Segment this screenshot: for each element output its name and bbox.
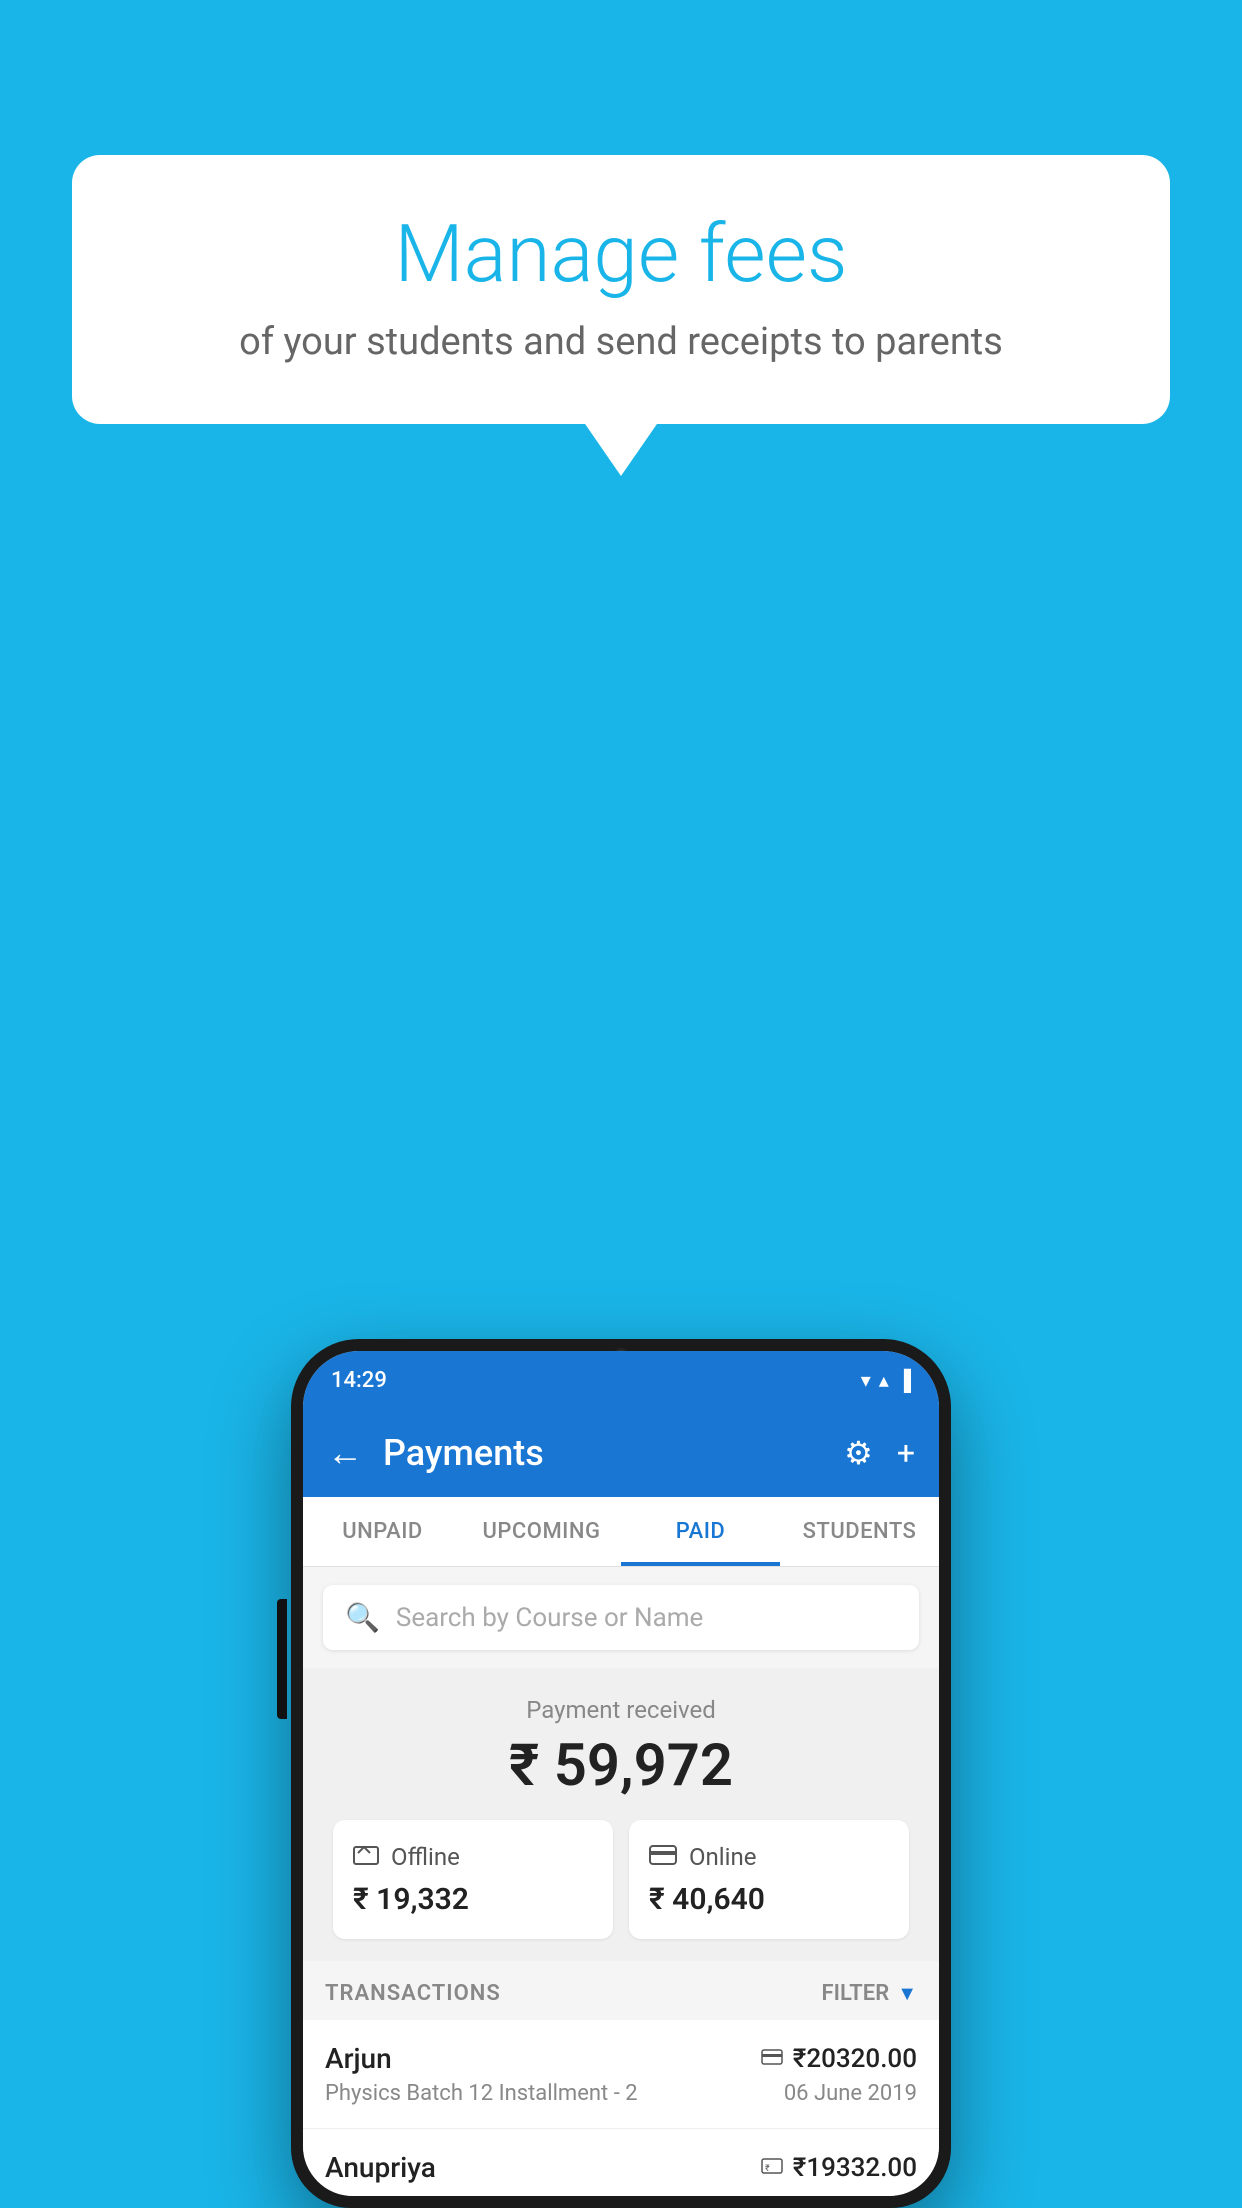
payment-received-label: Payment received xyxy=(323,1696,919,1724)
back-button[interactable]: ← xyxy=(327,1432,363,1474)
online-card-header: Online xyxy=(649,1842,889,1872)
transaction-amount-container: ₹ ₹19332.00 xyxy=(761,2153,917,2183)
settings-icon[interactable]: ⚙ xyxy=(844,1434,873,1472)
payment-total-amount: ₹ 59,972 xyxy=(323,1732,919,1800)
speech-bubble: Manage fees of your students and send re… xyxy=(72,155,1170,424)
search-container: 🔍 Search by Course or Name xyxy=(303,1567,939,1668)
filter-icon: ▼ xyxy=(897,1981,917,2006)
transaction-name: Anupriya xyxy=(325,2151,436,2184)
app-bar-title: Payments xyxy=(383,1432,824,1474)
offline-type-label: Offline xyxy=(391,1843,460,1871)
transactions-header: TRANSACTIONS FILTER ▼ xyxy=(303,1961,939,2020)
status-bar: 14:29 ▾ ▴ ▐ xyxy=(303,1351,939,1409)
transaction-payment-icon xyxy=(761,2046,783,2071)
phone-device: 14:29 ▾ ▴ ▐ ← Payments ⚙ + UNPAID xyxy=(291,1339,951,2208)
transaction-row-top: Arjun ₹20320.00 xyxy=(325,2042,917,2075)
search-placeholder-text: Search by Course or Name xyxy=(396,1603,703,1633)
phone-wrapper: 14:29 ▾ ▴ ▐ ← Payments ⚙ + UNPAID xyxy=(291,1339,951,2208)
offline-amount: ₹ 19,332 xyxy=(353,1882,593,1917)
transaction-row-bottom: Physics Batch 12 Installment - 2 06 June… xyxy=(325,2081,917,2106)
manage-fees-subtitle: of your students and send receipts to pa… xyxy=(132,320,1110,364)
online-payment-icon xyxy=(649,1842,677,1872)
offline-card: Offline ₹ 19,332 xyxy=(333,1820,613,1939)
search-icon: 🔍 xyxy=(345,1601,380,1634)
transaction-amount-value: ₹19332.00 xyxy=(793,2153,917,2183)
transaction-payment-icon: ₹ xyxy=(761,2155,783,2180)
app-bar-icons: ⚙ + xyxy=(844,1434,915,1472)
speech-bubble-container: Manage fees of your students and send re… xyxy=(72,155,1170,424)
online-amount: ₹ 40,640 xyxy=(649,1882,889,1917)
manage-fees-title: Manage fees xyxy=(132,210,1110,298)
transaction-course: Physics Batch 12 Installment - 2 xyxy=(325,2081,638,2106)
offline-card-header: Offline xyxy=(353,1842,593,1872)
payment-cards: Offline ₹ 19,332 Online xyxy=(323,1820,919,1939)
tab-unpaid[interactable]: UNPAID xyxy=(303,1497,462,1566)
wifi-icon: ▾ xyxy=(861,1368,871,1392)
status-icons: ▾ ▴ ▐ xyxy=(861,1368,911,1393)
filter-text: FILTER xyxy=(822,1981,890,2006)
online-card: Online ₹ 40,640 xyxy=(629,1820,909,1939)
status-time: 14:29 xyxy=(331,1368,387,1393)
transaction-date: 06 June 2019 xyxy=(784,2081,917,2106)
tab-students[interactable]: STUDENTS xyxy=(780,1497,939,1566)
online-type-label: Online xyxy=(689,1843,756,1871)
app-bar: ← Payments ⚙ + xyxy=(303,1409,939,1497)
filter-button[interactable]: FILTER ▼ xyxy=(822,1981,917,2006)
payment-summary: Payment received ₹ 59,972 Offline xyxy=(303,1668,939,1961)
transaction-row[interactable]: Anupriya ₹ ₹19332.00 xyxy=(303,2129,939,2196)
transaction-row-top: Anupriya ₹ ₹19332.00 xyxy=(325,2151,917,2184)
transaction-amount-value: ₹20320.00 xyxy=(793,2044,917,2074)
tab-upcoming[interactable]: UPCOMING xyxy=(462,1497,621,1566)
transaction-row[interactable]: Arjun ₹20320.00 Physics xyxy=(303,2020,939,2129)
svg-text:₹: ₹ xyxy=(765,2164,770,2174)
battery-icon: ▐ xyxy=(897,1368,911,1393)
offline-payment-icon xyxy=(353,1842,379,1872)
signal-icon: ▴ xyxy=(879,1368,889,1392)
transaction-list: Arjun ₹20320.00 Physics xyxy=(303,2020,939,2196)
transaction-name: Arjun xyxy=(325,2042,392,2075)
transactions-label: TRANSACTIONS xyxy=(325,1981,501,2006)
tab-paid[interactable]: PAID xyxy=(621,1497,780,1566)
phone-screen: 14:29 ▾ ▴ ▐ ← Payments ⚙ + UNPAID xyxy=(303,1351,939,2196)
tabs-bar: UNPAID UPCOMING PAID STUDENTS xyxy=(303,1497,939,1567)
add-icon[interactable]: + xyxy=(897,1434,915,1472)
search-bar[interactable]: 🔍 Search by Course or Name xyxy=(323,1585,919,1650)
transaction-amount-container: ₹20320.00 xyxy=(761,2044,917,2074)
